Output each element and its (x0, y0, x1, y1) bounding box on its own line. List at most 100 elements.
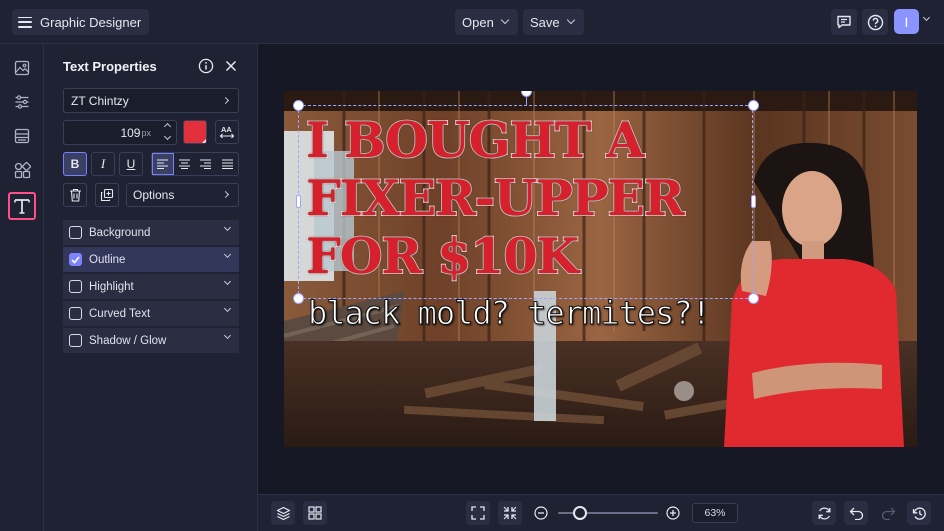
options-label: Options (133, 188, 175, 202)
redo-button[interactable] (876, 501, 900, 525)
chevron-down-icon (566, 15, 575, 25)
sliders-icon (15, 95, 29, 109)
stepper-down-icon[interactable] (163, 132, 172, 141)
bold-icon: B (70, 157, 80, 171)
shapes-icon (14, 161, 31, 178)
align-left-icon (157, 159, 169, 169)
tool-adjustments[interactable] (8, 88, 36, 116)
effect-row[interactable]: Curved Text (63, 301, 239, 326)
effect-checkbox[interactable] (69, 280, 82, 293)
zoom-in-icon[interactable] (666, 506, 680, 520)
effect-label: Highlight (89, 280, 134, 293)
close-icon[interactable] (225, 60, 237, 72)
resize-handle-top-left[interactable] (293, 100, 304, 111)
effect-checkbox[interactable] (69, 226, 82, 239)
effect-label: Background (89, 226, 151, 239)
design-canvas[interactable]: I BOUGHT A FIXER-UPPER FOR $10K black mo… (284, 91, 917, 447)
chevron-down-icon (223, 223, 232, 232)
bold-button[interactable]: B (63, 152, 87, 176)
resize-handle-bottom-left[interactable] (293, 293, 304, 304)
svg-text:AA: AA (221, 125, 232, 134)
open-button[interactable]: Open (455, 9, 518, 35)
open-label: Open (462, 14, 494, 30)
zoom-level[interactable]: 63% (692, 503, 738, 523)
history-button[interactable] (907, 501, 931, 525)
zoom-out-icon[interactable] (534, 506, 548, 520)
effect-label: Shadow / Glow (89, 334, 167, 347)
duplicate-button[interactable] (95, 183, 119, 207)
zoom-slider[interactable] (558, 506, 658, 520)
tool-images[interactable] (8, 54, 36, 82)
font-size-field[interactable]: 109 px (63, 120, 177, 145)
font-size-unit: px (141, 127, 151, 138)
tool-text[interactable] (8, 192, 36, 220)
panel-title: Text Properties (63, 59, 157, 74)
layers-icon (276, 506, 290, 520)
effect-row[interactable]: Outline (63, 247, 239, 272)
subline-text[interactable]: black mold? termites?! (308, 294, 712, 333)
checkmark-icon (71, 255, 80, 264)
shrink-icon (503, 506, 517, 520)
resize-handle-left[interactable] (296, 195, 301, 208)
underline-button[interactable]: U (119, 152, 143, 176)
resize-handle-right[interactable] (751, 195, 756, 208)
save-label: Save (530, 14, 560, 30)
tool-layouts[interactable] (8, 122, 36, 150)
chevron-down-icon (500, 15, 510, 25)
zoom-slider-thumb[interactable] (573, 506, 587, 520)
stepper-up-icon[interactable] (163, 122, 172, 131)
effect-checkbox[interactable] (69, 307, 82, 320)
delete-button[interactable] (63, 183, 87, 207)
refresh-icon (818, 507, 830, 519)
italic-icon: I (100, 156, 106, 171)
comments-button[interactable] (831, 9, 857, 35)
avatar[interactable]: I (894, 9, 919, 34)
tool-rail (0, 44, 44, 531)
duplicate-icon (100, 188, 114, 202)
italic-button[interactable]: I (91, 152, 115, 176)
history-icon (912, 506, 926, 520)
top-bar: Graphic Designer Open Save I (0, 0, 944, 44)
effect-row[interactable]: Background (63, 220, 239, 245)
info-icon[interactable] (198, 58, 214, 74)
help-button[interactable] (862, 9, 888, 35)
layers-button[interactable] (271, 501, 295, 525)
app-title: Graphic Designer (40, 14, 142, 30)
chevron-down-icon (223, 331, 232, 340)
text-color-swatch[interactable] (183, 120, 207, 144)
trash-icon (69, 188, 81, 202)
tool-graphics[interactable] (8, 156, 36, 184)
undo-button[interactable] (844, 501, 868, 525)
chevron-right-icon (221, 190, 230, 199)
underline-icon: U (126, 157, 136, 171)
effect-checkbox[interactable] (69, 253, 82, 266)
align-left-button[interactable] (152, 153, 174, 175)
effect-checkbox[interactable] (69, 334, 82, 347)
effect-row[interactable]: Highlight (63, 274, 239, 299)
resize-handle-top-right[interactable] (748, 100, 759, 111)
image-icon (14, 60, 30, 76)
layout-icon (14, 128, 30, 144)
effect-row[interactable]: Shadow / Glow (63, 328, 239, 353)
align-justify-button[interactable] (217, 153, 238, 175)
align-center-button[interactable] (174, 153, 195, 175)
save-button[interactable]: Save (523, 9, 584, 35)
main-menu-button[interactable]: Graphic Designer (12, 9, 150, 35)
resize-handle-bottom-right[interactable] (748, 293, 759, 304)
comment-icon (837, 15, 851, 29)
text-transform-button[interactable]: AA (215, 120, 239, 144)
font-size-value: 109 (120, 125, 141, 140)
refresh-button[interactable] (812, 501, 836, 525)
grid-button[interactable] (303, 501, 327, 525)
alignment-group (151, 152, 239, 176)
align-right-button[interactable] (195, 153, 216, 175)
font-size-stepper[interactable] (163, 122, 172, 141)
align-justify-icon (221, 159, 233, 169)
font-selector[interactable]: ZT Chintzy (63, 88, 239, 113)
hamburger-icon (18, 16, 32, 28)
fit-to-screen-button[interactable] (466, 501, 490, 525)
shrink-to-fit-button[interactable] (498, 501, 522, 525)
font-name: ZT Chintzy (71, 93, 129, 108)
options-button[interactable]: Options (126, 183, 239, 207)
account-chevron-icon[interactable] (922, 13, 931, 22)
